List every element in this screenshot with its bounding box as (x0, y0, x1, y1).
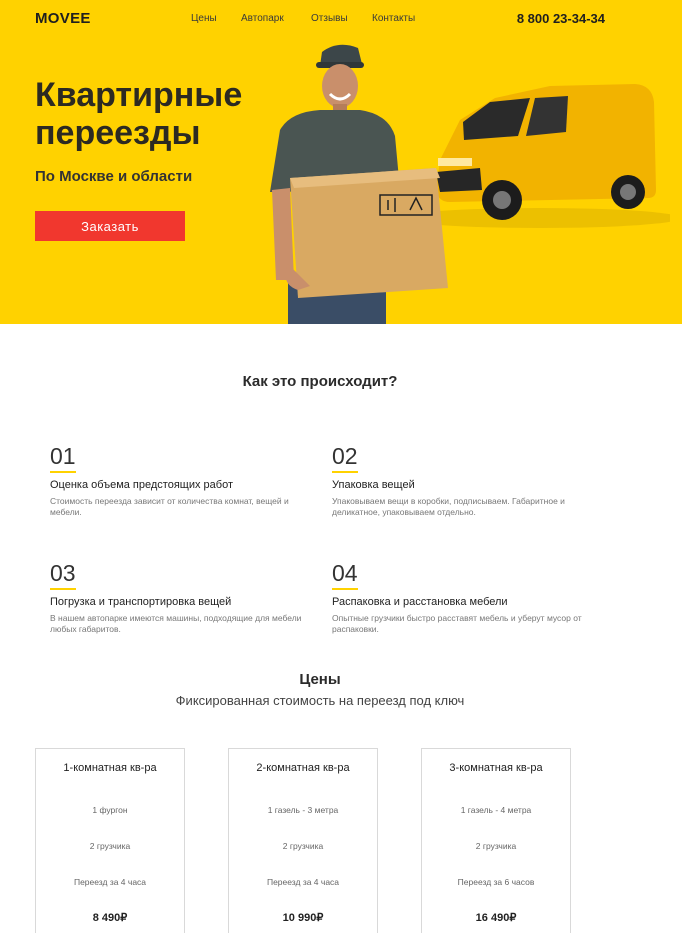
price-card-title: 3-комнатная кв-ра (449, 762, 543, 774)
step-description: В нашем автопарке имеются машины, подход… (50, 613, 302, 634)
nav-link-prices[interactable]: Цены (191, 13, 217, 24)
nav-link-fleet[interactable]: Автопарк (241, 13, 284, 24)
prices-title: Цены (299, 671, 341, 688)
hero-subtitle: По Москве и области (35, 168, 193, 185)
nav-link-contacts[interactable]: Контакты (372, 13, 415, 24)
step-card: 04 Распаковка и расстановка мебели Опытн… (332, 560, 592, 635)
phone-number[interactable]: 8 800 23-34-34 (517, 11, 605, 26)
step-number: 01 (50, 443, 76, 473)
step-number: 03 (50, 560, 76, 590)
hero-section: MOVEE Цены Автопарк Отзывы Контакты 8 80… (0, 0, 682, 324)
van-image (400, 84, 670, 228)
cardboard-box-image (285, 168, 448, 298)
step-title: Распаковка и расстановка мебели (332, 596, 508, 608)
price-card-feature: 2 грузчика (282, 841, 324, 851)
how-it-works-title: Как это происходит? (242, 373, 398, 390)
step-number: 04 (332, 560, 358, 590)
hero-illustration (270, 44, 670, 324)
price-card-feature: 1 фургон (92, 805, 128, 815)
price-card-feature: 2 грузчика (475, 841, 517, 851)
price-card-feature: 2 грузчика (89, 841, 131, 851)
order-button[interactable]: Заказать (35, 211, 185, 241)
price-card[interactable]: 2-комнатная кв-ра 1 газель - 3 метра 2 г… (228, 748, 378, 933)
step-card: 01 Оценка объема предстоящих работ Стоим… (50, 443, 310, 518)
price-card-price: 16 490₽ (475, 912, 517, 924)
hero-title-line-1: Квартирные (35, 76, 243, 114)
price-card-title: 1-комнатная кв-ра (63, 762, 157, 774)
step-title: Погрузка и транспортировка вещей (50, 596, 232, 608)
price-card-feature: 1 газель - 4 метра (460, 805, 532, 815)
step-title: Оценка объема предстоящих работ (50, 479, 233, 491)
step-description: Упаковываем вещи в коробки, подписываем.… (332, 496, 565, 517)
step-card: 03 Погрузка и транспортировка вещей В на… (50, 560, 310, 635)
step-description: Опытные грузчики быстро расставят мебель… (332, 613, 582, 634)
prices-subtitle: Фиксированная стоимость на переезд под к… (175, 693, 465, 708)
price-card-feature: 1 газель - 3 метра (267, 805, 339, 815)
price-card-title: 2-комнатная кв-ра (256, 762, 350, 774)
price-card[interactable]: 3-комнатная кв-ра 1 газель - 4 метра 2 г… (421, 748, 571, 933)
step-description: Стоимость переезда зависит от количества… (50, 496, 289, 517)
price-card[interactable]: 1-комнатная кв-ра 1 фургон 2 грузчика Пе… (35, 748, 185, 933)
price-card-price: 8 490₽ (92, 912, 128, 924)
price-card-feature: Переезд за 4 часа (73, 877, 147, 887)
price-card-feature: Переезд за 4 часа (266, 877, 340, 887)
price-card-price: 10 990₽ (282, 912, 324, 924)
step-number: 02 (332, 443, 358, 473)
price-card-feature: Переезд за 6 часов (457, 877, 535, 887)
nav-link-reviews[interactable]: Отзывы (311, 13, 348, 24)
step-title: Упаковка вещей (332, 479, 415, 491)
hero-title-line-2: переезды (35, 114, 201, 152)
step-card: 02 Упаковка вещей Упаковываем вещи в кор… (332, 443, 592, 518)
